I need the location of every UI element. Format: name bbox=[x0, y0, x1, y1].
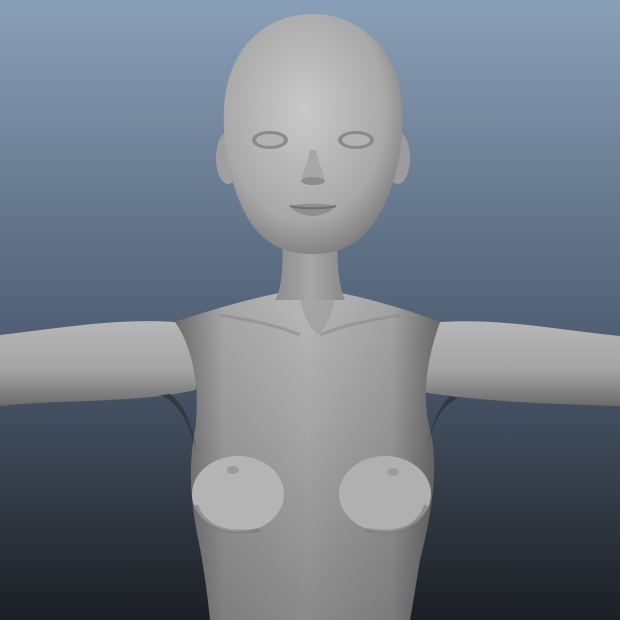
head bbox=[223, 14, 403, 254]
3d-viewport[interactable] bbox=[0, 0, 620, 620]
character-model[interactable] bbox=[0, 0, 620, 620]
torso-shade bbox=[175, 292, 440, 620]
left-arm bbox=[0, 321, 200, 406]
left-armpit-shadow bbox=[160, 394, 197, 455]
right-arm bbox=[415, 321, 620, 406]
